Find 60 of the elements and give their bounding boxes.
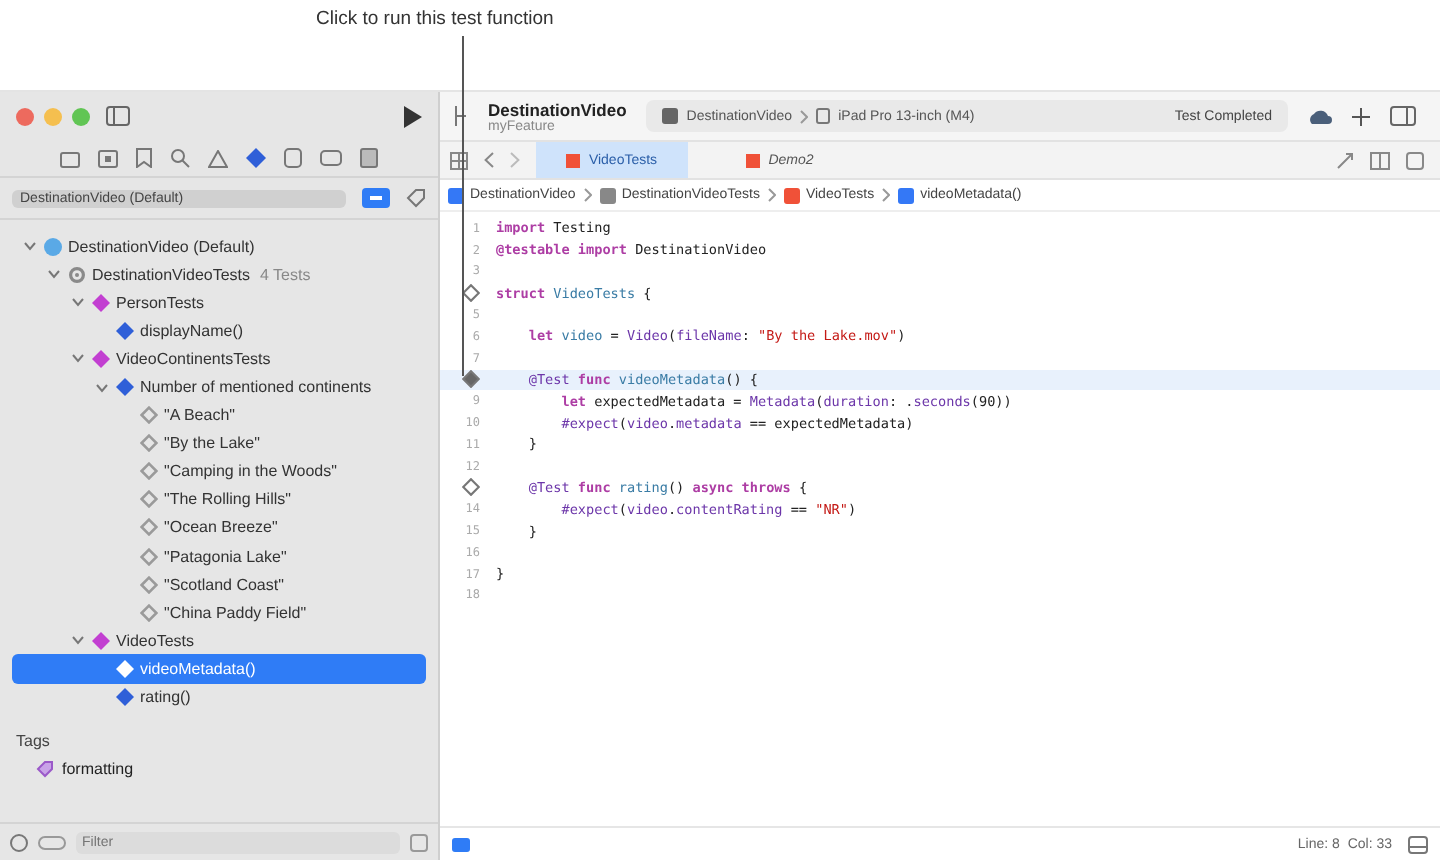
chevron-down-icon[interactable] bbox=[72, 634, 84, 647]
tree-item[interactable]: Number of mentioned continents bbox=[12, 372, 426, 402]
chevron-down-icon[interactable] bbox=[72, 296, 84, 309]
square-icon[interactable] bbox=[98, 149, 118, 167]
plus-icon[interactable] bbox=[1352, 107, 1370, 125]
chevron-down-icon[interactable] bbox=[96, 381, 108, 394]
section-heading: Tags bbox=[16, 731, 52, 754]
tree-item[interactable]: "Ocean Breeze" bbox=[12, 513, 426, 543]
bookmark-icon[interactable] bbox=[136, 148, 152, 168]
tree-item[interactable]: VideoContinentsTests bbox=[12, 344, 426, 373]
tree-item[interactable]: "Patagonia Lake" bbox=[12, 542, 426, 571]
tree-item[interactable]: "Scotland Coast" bbox=[12, 570, 426, 599]
run-icon[interactable] bbox=[402, 105, 422, 127]
tree-item[interactable]: "A Beach" bbox=[12, 401, 426, 430]
warning-icon[interactable] bbox=[208, 149, 228, 167]
tree-item[interactable]: "Camping in the Woods" bbox=[12, 457, 426, 486]
test-navigator-icon[interactable] bbox=[246, 148, 266, 168]
tree-item[interactable]: "The Rolling Hills" bbox=[12, 485, 426, 514]
suite-diamond-icon bbox=[92, 349, 110, 368]
chevron-right-icon bbox=[800, 109, 809, 123]
tree-item[interactable]: PersonTests bbox=[12, 288, 426, 317]
close-button[interactable] bbox=[16, 107, 34, 125]
project-title: DestinationVideo bbox=[488, 99, 627, 119]
back-icon[interactable] bbox=[484, 152, 494, 168]
callout-text: Click to run this test function bbox=[316, 8, 554, 32]
grid-icon[interactable] bbox=[450, 151, 468, 169]
branch-icon[interactable] bbox=[452, 106, 468, 126]
chevron-down-icon[interactable] bbox=[72, 352, 84, 365]
sidebar-toggle-icon[interactable] bbox=[106, 106, 130, 126]
inspector-toggle-icon[interactable] bbox=[1390, 106, 1416, 126]
tree-item[interactable]: videoMetadata() bbox=[12, 654, 426, 683]
tag-outline-icon[interactable] bbox=[406, 188, 426, 208]
tree-item[interactable]: rating() bbox=[12, 683, 426, 712]
tree-item[interactable]: "By the Lake" bbox=[12, 429, 426, 458]
chevron-right-icon bbox=[882, 188, 891, 202]
target-icon bbox=[68, 265, 86, 284]
tag-item[interactable]: formatting bbox=[36, 755, 438, 784]
panel-toggle-icon[interactable] bbox=[1408, 835, 1428, 853]
split-icon[interactable] bbox=[1370, 151, 1390, 169]
suite-diamond-icon bbox=[92, 631, 110, 650]
cloud-icon[interactable] bbox=[1308, 107, 1332, 125]
test-diamond-icon bbox=[116, 378, 134, 397]
chevron-right-icon bbox=[583, 188, 592, 202]
filter-toggle-icon[interactable] bbox=[362, 188, 390, 208]
run-test-diamond-icon[interactable] bbox=[462, 284, 480, 303]
chevron-right-icon bbox=[767, 188, 776, 202]
tree-item[interactable]: VideoTests bbox=[12, 626, 426, 655]
run-test-diamond-icon[interactable] bbox=[462, 370, 480, 389]
tree-item[interactable]: displayName() bbox=[12, 316, 426, 345]
tree-item[interactable]: DestinationVideoTests 4 Tests bbox=[12, 260, 426, 289]
run-test-diamond-icon[interactable] bbox=[462, 478, 480, 497]
toggle-icon[interactable] bbox=[38, 835, 66, 849]
chevron-down-icon[interactable] bbox=[24, 240, 36, 253]
tablet-icon bbox=[816, 108, 831, 124]
suite-diamond-icon bbox=[92, 293, 110, 312]
tree-item[interactable]: DestinationVideo (Default) bbox=[12, 232, 426, 261]
tree-item[interactable]: "China Paddy Field" bbox=[12, 598, 426, 627]
search-icon[interactable] bbox=[170, 148, 190, 168]
test-diamond-icon bbox=[116, 321, 134, 340]
chevron-down-icon[interactable] bbox=[48, 268, 60, 281]
